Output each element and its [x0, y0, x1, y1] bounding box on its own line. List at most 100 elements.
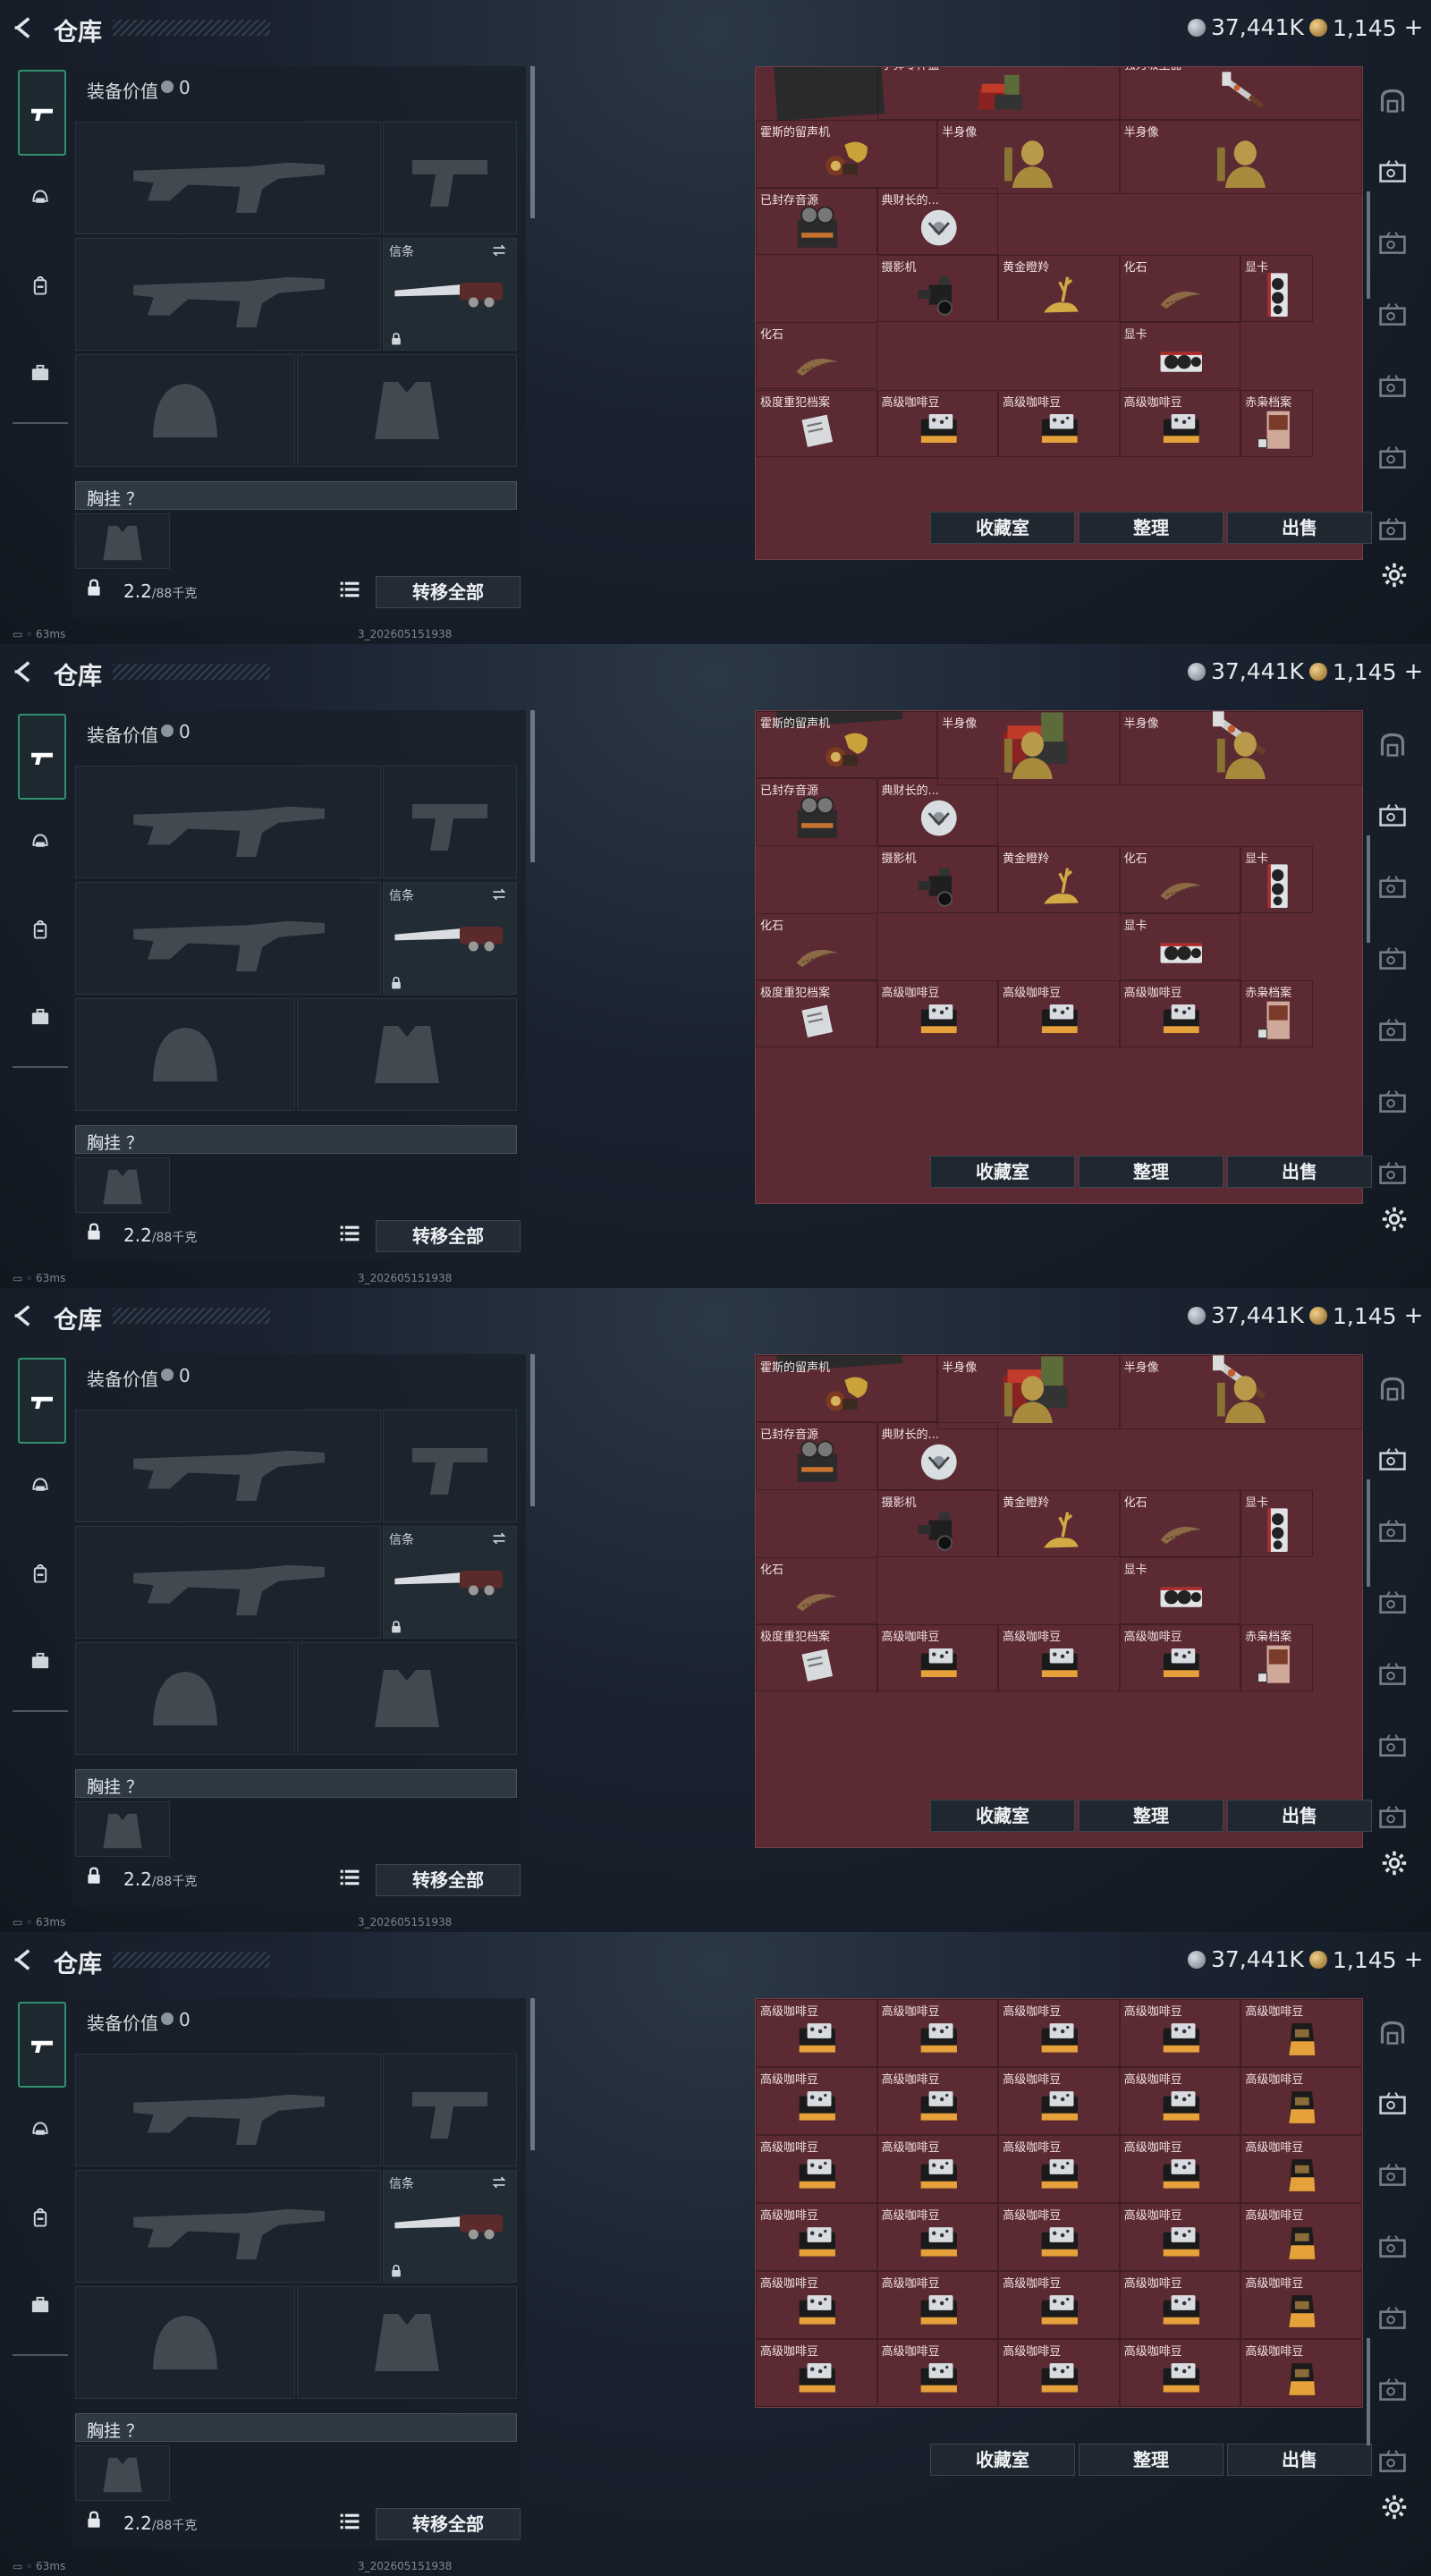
- helmet-slot[interactable]: [75, 2286, 295, 2399]
- rail-container-icon[interactable]: [1372, 1011, 1413, 1052]
- stash-item[interactable]: 已封存音源: [756, 187, 877, 255]
- rail-container-icon[interactable]: [1372, 2299, 1413, 2340]
- stash-item[interactable]: 高级咖啡豆: [998, 1624, 1120, 1692]
- chest-rig-slot[interactable]: [75, 1157, 170, 1213]
- stash-item[interactable]: 高级咖啡豆: [876, 389, 999, 457]
- stash-item[interactable]: 黄金瞪羚: [998, 1489, 1120, 1557]
- stash-item[interactable]: 半身像: [937, 1355, 1120, 1429]
- helmet-slot[interactable]: [75, 998, 295, 1111]
- swap-icon[interactable]: [489, 2174, 509, 2190]
- stash-item[interactable]: 显卡: [1240, 845, 1314, 913]
- primary-weapon-slot[interactable]: [75, 766, 381, 878]
- stash-item[interactable]: 摄影机: [876, 1489, 999, 1557]
- nav-helmet[interactable]: [20, 2109, 61, 2150]
- chest-rig-header[interactable]: 胸挂 ？: [75, 1125, 517, 1154]
- stash-item[interactable]: 高级咖啡豆: [876, 980, 999, 1048]
- rail-container-icon[interactable]: [1372, 152, 1413, 193]
- nav-weapons[interactable]: [18, 70, 66, 156]
- transfer-all-button[interactable]: 转移全部: [376, 1220, 521, 1252]
- stash-item[interactable]: 极度重犯档案: [756, 1624, 877, 1692]
- rail-safe-icon[interactable]: [1372, 80, 1413, 122]
- stash-item[interactable]: 半身像: [937, 120, 1120, 195]
- stash-item[interactable]: 半身像: [1119, 120, 1362, 195]
- stash-item[interactable]: 化石: [1119, 1489, 1241, 1557]
- rail-container-icon[interactable]: [1372, 868, 1413, 909]
- stash-item[interactable]: 高级咖啡豆: [1240, 2203, 1362, 2271]
- rail-container-icon[interactable]: [1372, 2227, 1413, 2268]
- knife-item[interactable]: [391, 273, 509, 316]
- stash-item[interactable]: 子弹零件盒: [876, 67, 1120, 121]
- rail-safe-icon[interactable]: [1372, 2012, 1413, 2054]
- stash-item[interactable]: 化石: [756, 1556, 877, 1625]
- stash-item[interactable]: 典财长的...: [876, 187, 999, 255]
- stash-item[interactable]: 高级咖啡豆: [998, 980, 1120, 1048]
- rail-container-icon[interactable]: [1372, 939, 1413, 980]
- organize-button[interactable]: 整理: [1079, 1156, 1224, 1188]
- nav-backpack[interactable]: [20, 2197, 61, 2238]
- loadout-scrollbar[interactable]: [530, 1354, 535, 1506]
- stash-item[interactable]: 高级咖啡豆: [1240, 1999, 1362, 2067]
- collection-button[interactable]: 收藏室: [930, 2444, 1075, 2476]
- stash-item[interactable]: 化石: [756, 322, 877, 390]
- nav-weapons[interactable]: [18, 1358, 66, 1444]
- chest-rig-slot[interactable]: [75, 2445, 170, 2501]
- transfer-all-button[interactable]: 转移全部: [376, 2508, 521, 2540]
- list-icon[interactable]: [338, 2510, 361, 2533]
- stash-item[interactable]: 高级咖啡豆: [998, 2135, 1120, 2203]
- rail-container-icon[interactable]: [1372, 2156, 1413, 2197]
- stash-item[interactable]: 极度重犯档案: [756, 389, 877, 457]
- stash-item[interactable]: 高级咖啡豆: [998, 1999, 1120, 2067]
- stash-item[interactable]: 黄金瞪羚: [998, 254, 1120, 323]
- stash-item[interactable]: 高级咖啡豆: [756, 2067, 877, 2135]
- rail-container-icon[interactable]: [1372, 796, 1413, 837]
- stash-item[interactable]: 摄影机: [876, 254, 999, 323]
- melee-slot[interactable]: 信条: [383, 1526, 517, 1639]
- add-gold-button[interactable]: +: [1404, 1946, 1424, 1973]
- nav-backpack[interactable]: [20, 909, 61, 950]
- stash-item[interactable]: 已封存音源: [756, 1422, 877, 1490]
- stash-item[interactable]: 高级咖啡豆: [1119, 2271, 1241, 2339]
- chest-rig-header[interactable]: 胸挂 ？: [75, 2413, 517, 2442]
- stash-item[interactable]: 高级咖啡豆: [876, 1624, 999, 1692]
- secondary-weapon-slot[interactable]: [75, 882, 381, 995]
- stash-item[interactable]: 半身像: [937, 711, 1120, 785]
- pistol-slot[interactable]: [383, 122, 517, 234]
- stash-item[interactable]: 霍斯的留声机: [756, 1355, 938, 1423]
- stash-scrollbar[interactable]: [1367, 1479, 1370, 1587]
- stash-item[interactable]: 黄金瞪羚: [998, 845, 1120, 913]
- stash-item[interactable]: 霍斯的留声机: [756, 120, 938, 188]
- stash-item[interactable]: 高级咖啡豆: [1119, 2067, 1241, 2135]
- melee-slot[interactable]: 信条: [383, 882, 517, 995]
- knife-item[interactable]: [391, 2205, 509, 2248]
- stash-item[interactable]: 高级咖啡豆: [876, 2271, 999, 2339]
- nav-weapons[interactable]: [18, 714, 66, 800]
- back-icon[interactable]: [13, 1304, 36, 1327]
- organize-button[interactable]: 整理: [1079, 512, 1224, 544]
- organize-button[interactable]: 整理: [1079, 2444, 1224, 2476]
- swap-icon[interactable]: [489, 1530, 509, 1546]
- armor-slot[interactable]: [297, 998, 517, 1111]
- rail-container-icon[interactable]: [1372, 295, 1413, 336]
- rail-container-icon[interactable]: [1372, 367, 1413, 408]
- nav-case[interactable]: [20, 2284, 61, 2326]
- nav-helmet[interactable]: [20, 177, 61, 218]
- stash-item[interactable]: 半身像: [1119, 1355, 1362, 1429]
- rail-container-icon[interactable]: [1372, 1726, 1413, 1767]
- gear-icon[interactable]: [1381, 1206, 1408, 1233]
- stash-item[interactable]: 高级咖啡豆: [998, 2203, 1120, 2271]
- sell-button[interactable]: 出售: [1227, 1156, 1372, 1188]
- stash-item[interactable]: 显卡: [1119, 322, 1241, 390]
- back-icon[interactable]: [13, 660, 36, 683]
- stash-scrollbar[interactable]: [1367, 2338, 1370, 2445]
- stash-item[interactable]: 高级咖啡豆: [1119, 1624, 1241, 1692]
- loadout-scrollbar[interactable]: [530, 710, 535, 862]
- gear-icon[interactable]: [1381, 2494, 1408, 2521]
- nav-case[interactable]: [20, 352, 61, 394]
- secondary-weapon-slot[interactable]: [75, 238, 381, 351]
- melee-slot[interactable]: 信条: [383, 2170, 517, 2283]
- back-icon[interactable]: [13, 1948, 36, 1971]
- chest-rig-slot[interactable]: [75, 1801, 170, 1857]
- pistol-slot[interactable]: [383, 2054, 517, 2166]
- stash-item[interactable]: 显卡: [1119, 1556, 1241, 1625]
- armor-slot[interactable]: [297, 2286, 517, 2399]
